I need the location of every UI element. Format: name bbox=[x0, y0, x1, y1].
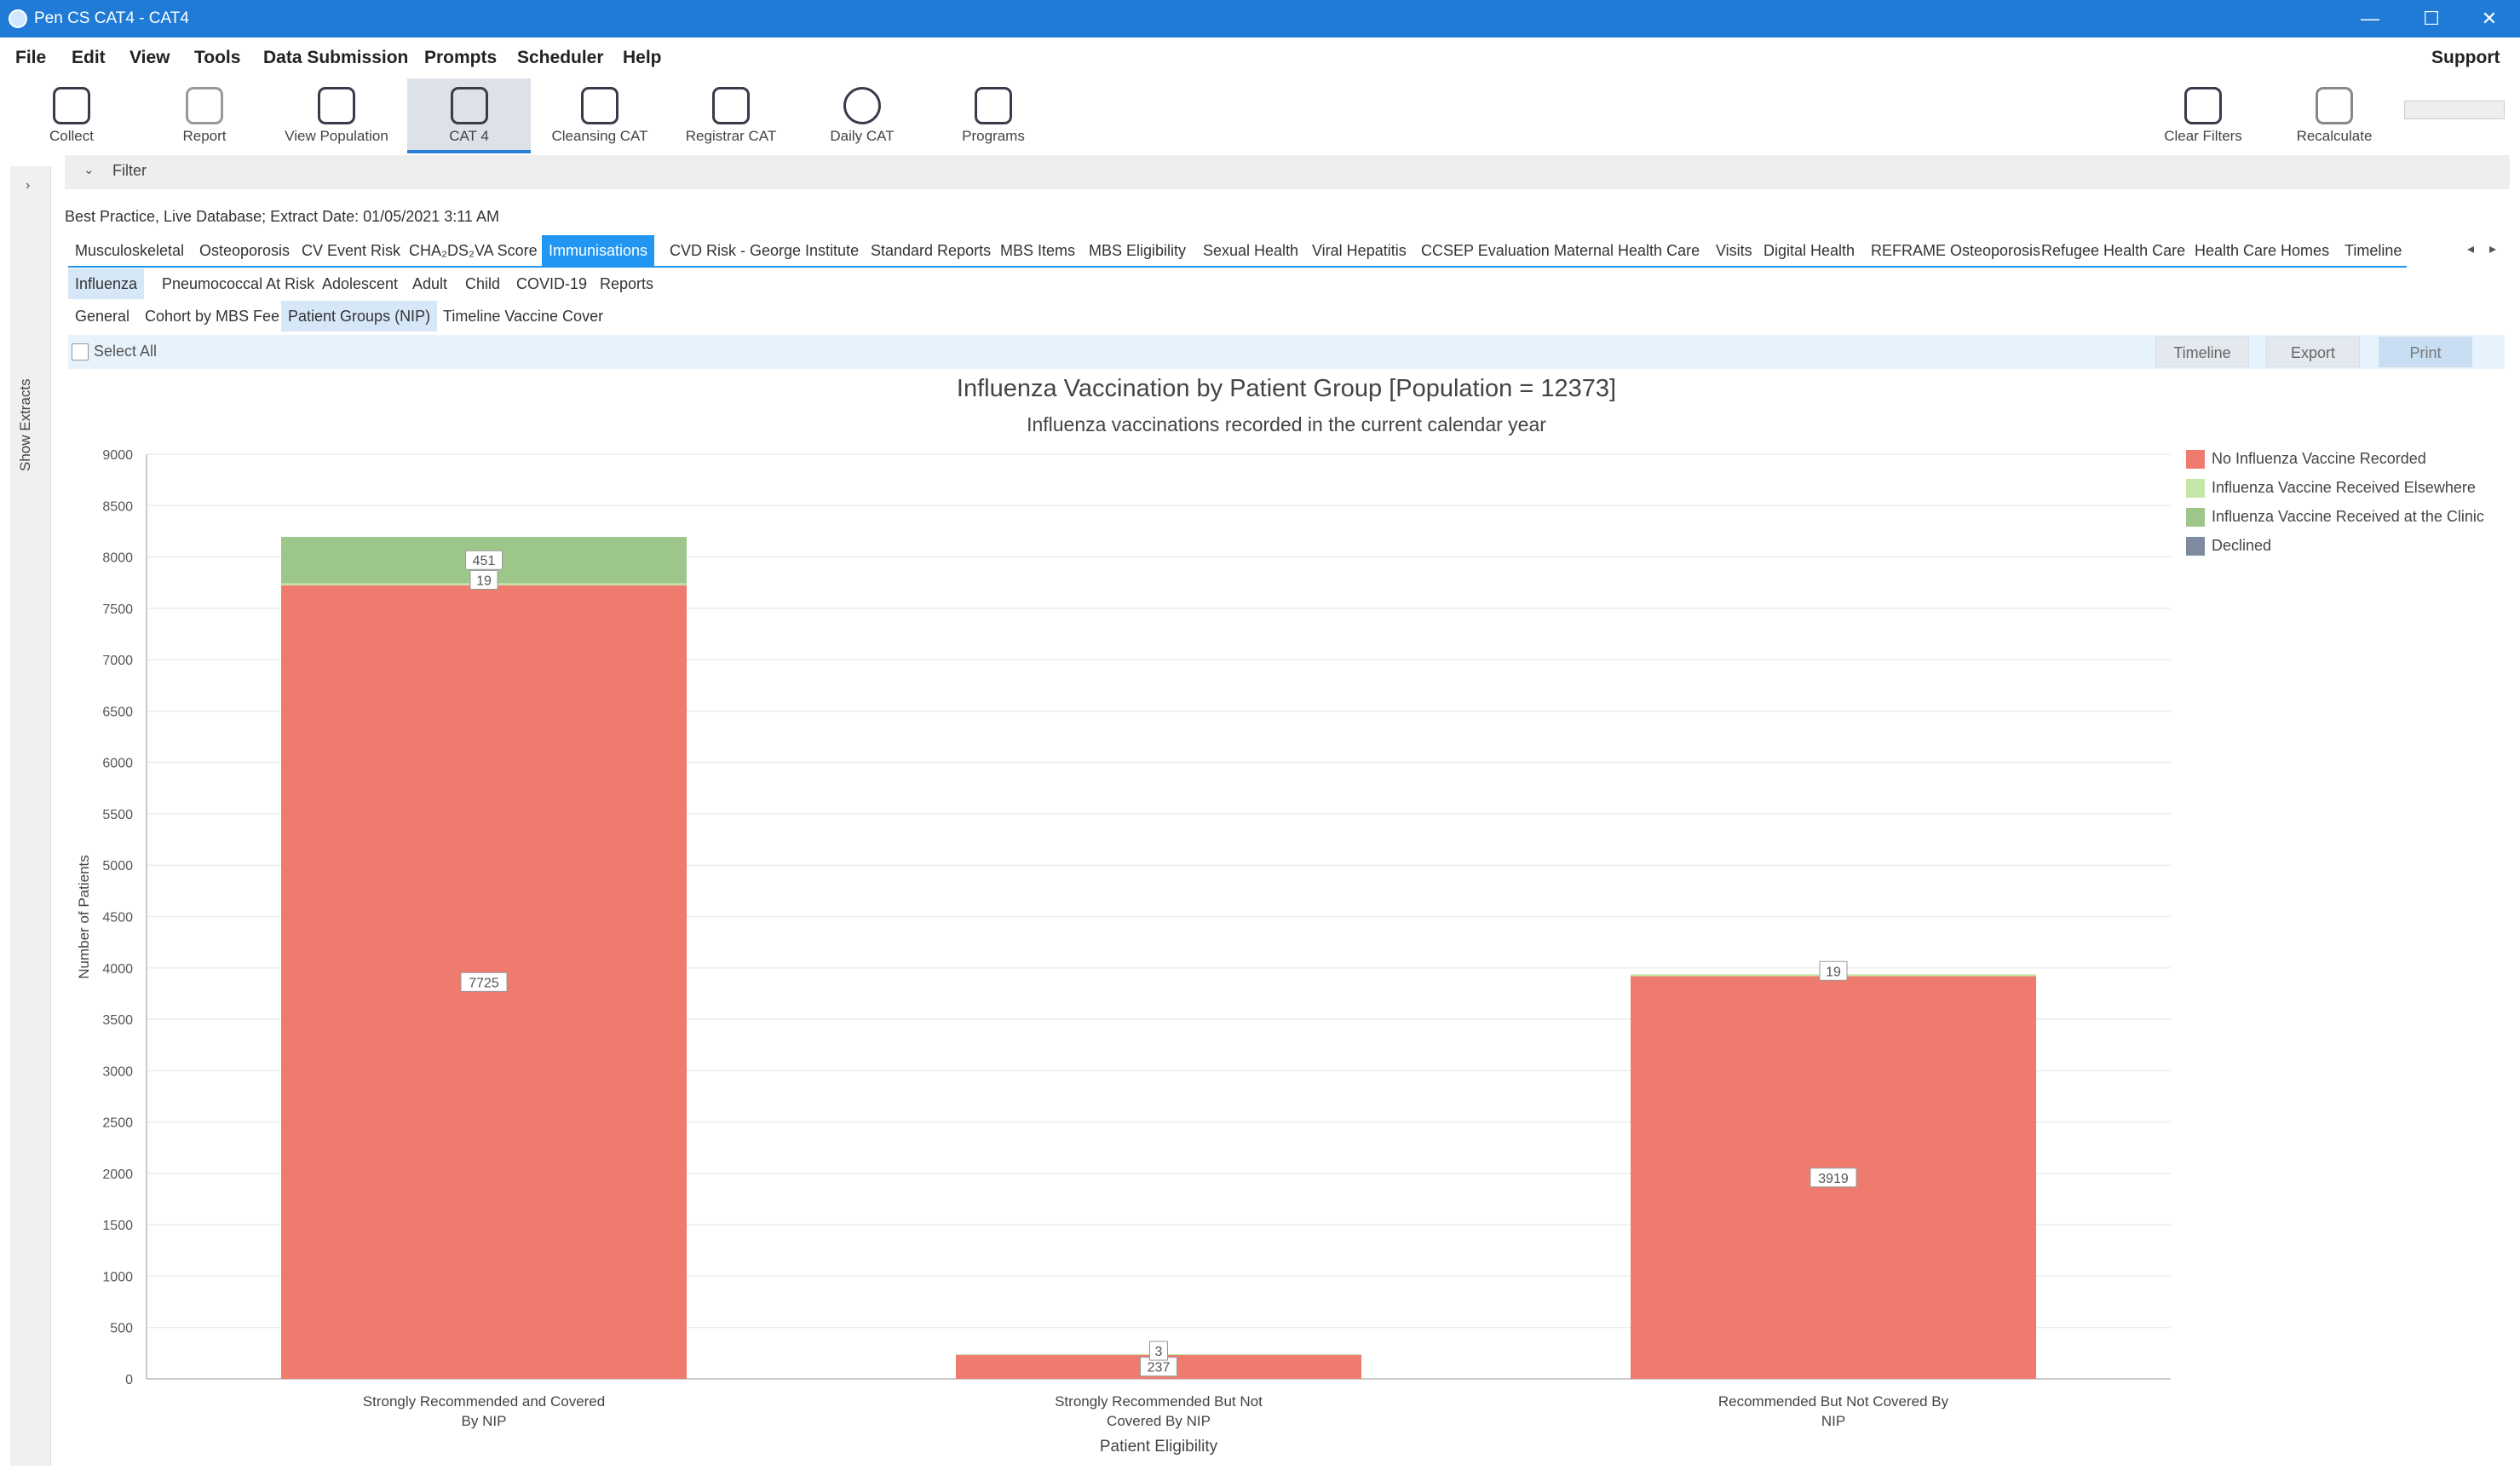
data-label: 237 bbox=[1148, 1361, 1171, 1375]
y-tick-label: 0 bbox=[125, 1373, 133, 1387]
y-tick-label: 3500 bbox=[102, 1013, 133, 1028]
legend-swatch bbox=[2186, 450, 2205, 469]
y-tick-label: 2500 bbox=[102, 1116, 133, 1131]
x-tick-label: By NIP bbox=[462, 1413, 507, 1429]
data-label: 451 bbox=[473, 554, 496, 568]
y-tick-label: 7000 bbox=[102, 654, 133, 668]
y-tick-label: 500 bbox=[110, 1322, 133, 1336]
legend-swatch bbox=[2186, 537, 2205, 556]
y-tick-label: 8000 bbox=[102, 551, 133, 566]
y-tick-label: 2000 bbox=[102, 1168, 133, 1182]
data-label: 3919 bbox=[1818, 1172, 1849, 1186]
legend-label: Influenza Vaccine Received Elsewhere bbox=[2212, 479, 2476, 496]
y-tick-label: 4000 bbox=[102, 962, 133, 977]
x-axis-label: Patient Eligibility bbox=[1100, 1438, 1218, 1456]
legend-label: Declined bbox=[2212, 537, 2272, 554]
chart-title: Influenza Vaccination by Patient Group [… bbox=[956, 375, 1617, 402]
y-tick-label: 6000 bbox=[102, 757, 133, 771]
legend-label: Influenza Vaccine Received at the Clinic bbox=[2212, 508, 2484, 525]
data-label: 3 bbox=[1155, 1345, 1163, 1359]
y-tick-label: 5500 bbox=[102, 808, 133, 822]
y-tick-label: 5000 bbox=[102, 859, 133, 873]
y-tick-label: 7500 bbox=[102, 603, 133, 617]
legend-label: No Influenza Vaccine Recorded bbox=[2212, 450, 2426, 467]
legend-swatch bbox=[2186, 508, 2205, 527]
y-tick-label: 3000 bbox=[102, 1064, 133, 1079]
legend-swatch bbox=[2186, 479, 2205, 498]
y-tick-label: 8500 bbox=[102, 499, 133, 514]
x-tick-label: Recommended But Not Covered By bbox=[1718, 1393, 1949, 1410]
data-label: 7725 bbox=[469, 976, 499, 990]
data-label: 19 bbox=[1826, 965, 1841, 979]
y-axis-label: Number of Patients bbox=[76, 855, 92, 979]
chart-canvas: 0 500 1000 1500 2000 2500 3000 3500 4000 4500 5000… bbox=[76, 448, 2171, 1456]
y-tick-label: 4500 bbox=[102, 911, 133, 925]
y-tick-label: 1500 bbox=[102, 1219, 133, 1233]
y-tick-label: 6500 bbox=[102, 705, 133, 719]
x-tick-label: Strongly Recommended and Covered bbox=[363, 1393, 605, 1410]
y-tick-label: 9000 bbox=[102, 448, 133, 463]
y-tick-label: 1000 bbox=[102, 1270, 133, 1284]
data-label: 19 bbox=[476, 574, 492, 588]
chart-subtitle: Influenza vaccinations recorded in the c… bbox=[1027, 413, 1546, 435]
x-tick-label: Covered By NIP bbox=[1107, 1413, 1211, 1429]
x-tick-label: Strongly Recommended But Not bbox=[1055, 1393, 1263, 1410]
x-tick-label: NIP bbox=[1821, 1413, 1845, 1429]
